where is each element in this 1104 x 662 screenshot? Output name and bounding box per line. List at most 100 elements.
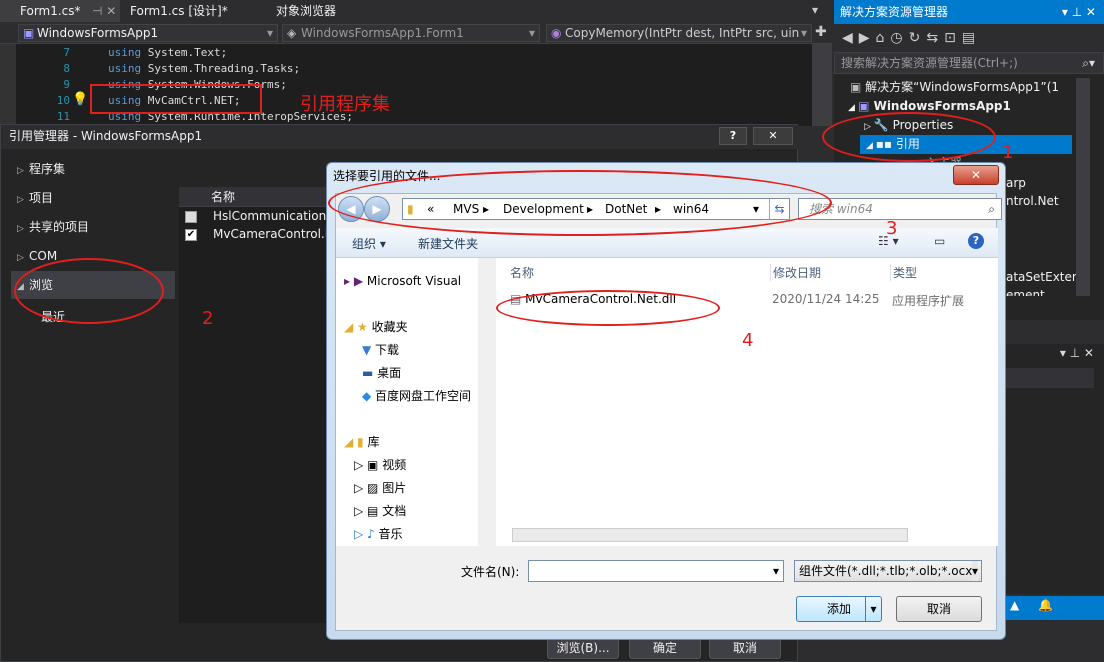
pin-icon[interactable]: ⊣ ✕ bbox=[92, 0, 116, 22]
split-icon[interactable]: ✚ bbox=[815, 24, 827, 40]
project-combo[interactable]: ▣ WindowsFormsApp1 ▾ bbox=[18, 24, 278, 42]
solution-explorer-title-text: 解决方案资源管理器 bbox=[840, 5, 949, 19]
tab-label: Form1.cs [设计]* bbox=[130, 4, 228, 18]
nav-baidu[interactable]: ◆ 百度网盘工作空间 bbox=[362, 387, 478, 404]
nav-favorites[interactable]: ◢ ★ 收藏夹 bbox=[344, 318, 408, 335]
tab-object-browser[interactable]: 对象浏览器 bbox=[270, 0, 410, 22]
annotation-ref-assembly: 引用程序集 bbox=[300, 94, 390, 115]
solution-node[interactable]: ▣ 解决方案“WindowsFormsApp1”(1 bbox=[850, 78, 1059, 97]
annotation-circle-4 bbox=[496, 290, 720, 326]
nav-library[interactable]: ◢ ▮ 库 bbox=[344, 433, 379, 450]
collapse-icon: ▷ bbox=[17, 195, 24, 205]
collapse-icon: ▷ bbox=[17, 253, 24, 263]
code-line: using System.Text; bbox=[108, 46, 227, 59]
upload-icon[interactable]: ▲ bbox=[1010, 598, 1019, 612]
library-icon: ◢ ▮ bbox=[344, 435, 368, 449]
navigation-pane: ▸ ▶ Microsoft Visual ◢ ★ 收藏夹 ▼ 下载 ▬ 桌面 ◆… bbox=[336, 258, 490, 546]
nav-visual-studio[interactable]: ▸ ▶ Microsoft Visual bbox=[344, 274, 461, 288]
column-header-name[interactable]: 名称 bbox=[510, 264, 534, 281]
csharp-project-icon: ▣ bbox=[23, 26, 35, 40]
nav-videos[interactable]: ▷ ▣ 视频 bbox=[354, 456, 406, 473]
navigation-bar: ▣ WindowsFormsApp1 ▾ ◈ WindowsFormsApp1.F… bbox=[0, 22, 832, 44]
tree-label: 程序集 bbox=[29, 162, 66, 176]
namespace: System.Threading.Tasks; bbox=[147, 62, 301, 75]
editor-scrollbar[interactable] bbox=[812, 44, 832, 126]
solution-explorer-toolbar[interactable]: ◀▶⌂◷↻⇆⊡▤ bbox=[834, 24, 1104, 52]
chevron-down-icon[interactable]: ▾ bbox=[773, 561, 779, 581]
collapse-icon: ▷ bbox=[17, 224, 24, 234]
add-button[interactable]: 添加 ▾ bbox=[796, 596, 882, 622]
reference-item[interactable]: arp bbox=[1006, 174, 1026, 193]
method-icon: ◉ bbox=[551, 26, 562, 40]
chevron-down-icon[interactable]: ▾ bbox=[971, 561, 978, 581]
member-combo[interactable]: ◉ CopyMemory(IntPtr dest, IntPtr src, ui… bbox=[546, 24, 812, 42]
column-header-date[interactable]: 修改日期 bbox=[770, 264, 821, 281]
visual-studio-icon: ▸ ▶ bbox=[344, 274, 367, 288]
annotation-highlight-box bbox=[90, 84, 262, 114]
nav-documents[interactable]: ▷ ▤ 文档 bbox=[354, 502, 406, 519]
tree-projects[interactable]: ▷ 项目 bbox=[17, 184, 53, 212]
nav-downloads[interactable]: ▼ 下载 bbox=[362, 341, 399, 358]
code-line: using System.Threading.Tasks; bbox=[108, 62, 300, 75]
nav-music[interactable]: ▷ ♪ 音乐 bbox=[354, 525, 403, 542]
nav-scrollbar[interactable] bbox=[478, 258, 490, 546]
new-folder-button[interactable]: 新建文件夹 bbox=[418, 235, 478, 252]
nav-label: 图片 bbox=[382, 481, 407, 495]
reference-item[interactable]: ataSetExter bbox=[1006, 268, 1077, 287]
tab-form1-designer[interactable]: Form1.cs [设计]* bbox=[120, 0, 270, 22]
column-header-name[interactable]: 名称 bbox=[179, 187, 329, 207]
class-combo[interactable]: ◈ WindowsFormsApp1.Form1 ▾ bbox=[282, 24, 540, 42]
filter-value: 组件文件(*.dll;*.tlb;*.olb;*.ocx; bbox=[799, 564, 977, 578]
reference-checkbox-checked[interactable]: ✔ bbox=[185, 229, 197, 241]
class-icon: ◈ bbox=[287, 26, 297, 40]
panel-controls-icon[interactable]: ▾ ⊥ ✕ bbox=[1062, 0, 1096, 24]
member-combo-value: CopyMemory(IntPtr dest, IntPtr src, uin bbox=[565, 26, 800, 40]
solution-icon: ▣ bbox=[850, 80, 866, 94]
horizontal-scrollbar[interactable] bbox=[512, 528, 908, 542]
help-icon[interactable]: ? bbox=[968, 233, 984, 249]
reference-name[interactable]: HslCommunication. bbox=[213, 209, 330, 223]
file-type-filter[interactable]: 组件文件(*.dll;*.tlb;*.olb;*.ocx; ▾ bbox=[794, 560, 982, 582]
code-editor[interactable]: 7 using System.Text; 8 using System.Thre… bbox=[0, 44, 832, 126]
tree-shared-projects[interactable]: ▷ 共享的项目 bbox=[17, 213, 89, 241]
reference-item[interactable]: ntrol.Net bbox=[1006, 192, 1059, 211]
download-icon: ▼ bbox=[362, 343, 376, 357]
reference-list: 名称 HslCommunication. ✔ MvCameraControl.N bbox=[179, 187, 334, 623]
reference-item[interactable]: ement bbox=[1006, 286, 1045, 296]
annotation-circle-3 bbox=[328, 170, 832, 236]
column-header-type[interactable]: 类型 bbox=[890, 264, 917, 281]
filename-input[interactable]: ▾ bbox=[528, 560, 784, 582]
nav-pictures[interactable]: ▷ ▨ 图片 bbox=[354, 479, 406, 496]
solution-explorer-title: 解决方案资源管理器 ▾ ⊥ ✕ bbox=[834, 0, 1104, 24]
tab-overflow-icon[interactable]: ▾ bbox=[812, 3, 818, 17]
notification-icon[interactable]: 🔔 bbox=[1038, 598, 1053, 612]
file-dialog-body: ◀ ▶ ▮ « MVS ▸ Development ▸ DotNet ▸ win… bbox=[335, 193, 1002, 631]
tree-scrollbar[interactable] bbox=[1076, 78, 1090, 296]
annotation-circle-2 bbox=[14, 258, 164, 324]
project-combo-value: WindowsFormsApp1 bbox=[37, 26, 159, 40]
lightbulb-icon[interactable]: 💡 bbox=[72, 92, 88, 107]
reference-checkbox[interactable] bbox=[185, 211, 197, 223]
nav-desktop[interactable]: ▬ 桌面 bbox=[362, 364, 401, 381]
keyword: using bbox=[108, 62, 142, 75]
dialog-cancel-button[interactable]: 取消 bbox=[896, 596, 982, 622]
nav-label: 文档 bbox=[382, 504, 407, 518]
solution-search-input[interactable]: 搜索解决方案资源管理器(Ctrl+;) ⌕▾ bbox=[834, 52, 1104, 74]
annotation-label-1: 1 bbox=[1002, 142, 1014, 163]
tab-form1-cs[interactable]: Form1.cs* ⊣ ✕ bbox=[0, 0, 120, 22]
desktop-icon: ▬ bbox=[362, 366, 378, 380]
document-tabs: Form1.cs* ⊣ ✕ Form1.cs [设计]* 对象浏览器 ▾ bbox=[0, 0, 832, 22]
close-icon[interactable]: ✕ bbox=[953, 165, 999, 185]
annotation-circle-1 bbox=[822, 112, 996, 162]
preview-pane-icon[interactable]: ▭ bbox=[934, 234, 945, 248]
help-button[interactable]: ? bbox=[719, 127, 747, 145]
tree-label: 项目 bbox=[29, 191, 54, 205]
close-button[interactable]: ✕ bbox=[753, 127, 793, 145]
chevron-down-icon[interactable]: ▾ bbox=[865, 597, 881, 621]
reference-name[interactable]: MvCameraControl.N bbox=[213, 227, 334, 241]
music-icon: ▷ ♪ bbox=[354, 527, 379, 541]
annotation-label-3: 3 bbox=[886, 218, 898, 239]
tree-assemblies[interactable]: ▷ 程序集 bbox=[17, 155, 65, 183]
organize-menu[interactable]: 组织 ▾ bbox=[352, 235, 386, 252]
panel-controls-icon[interactable]: ▾ ⊥ ✕ bbox=[1060, 346, 1094, 360]
